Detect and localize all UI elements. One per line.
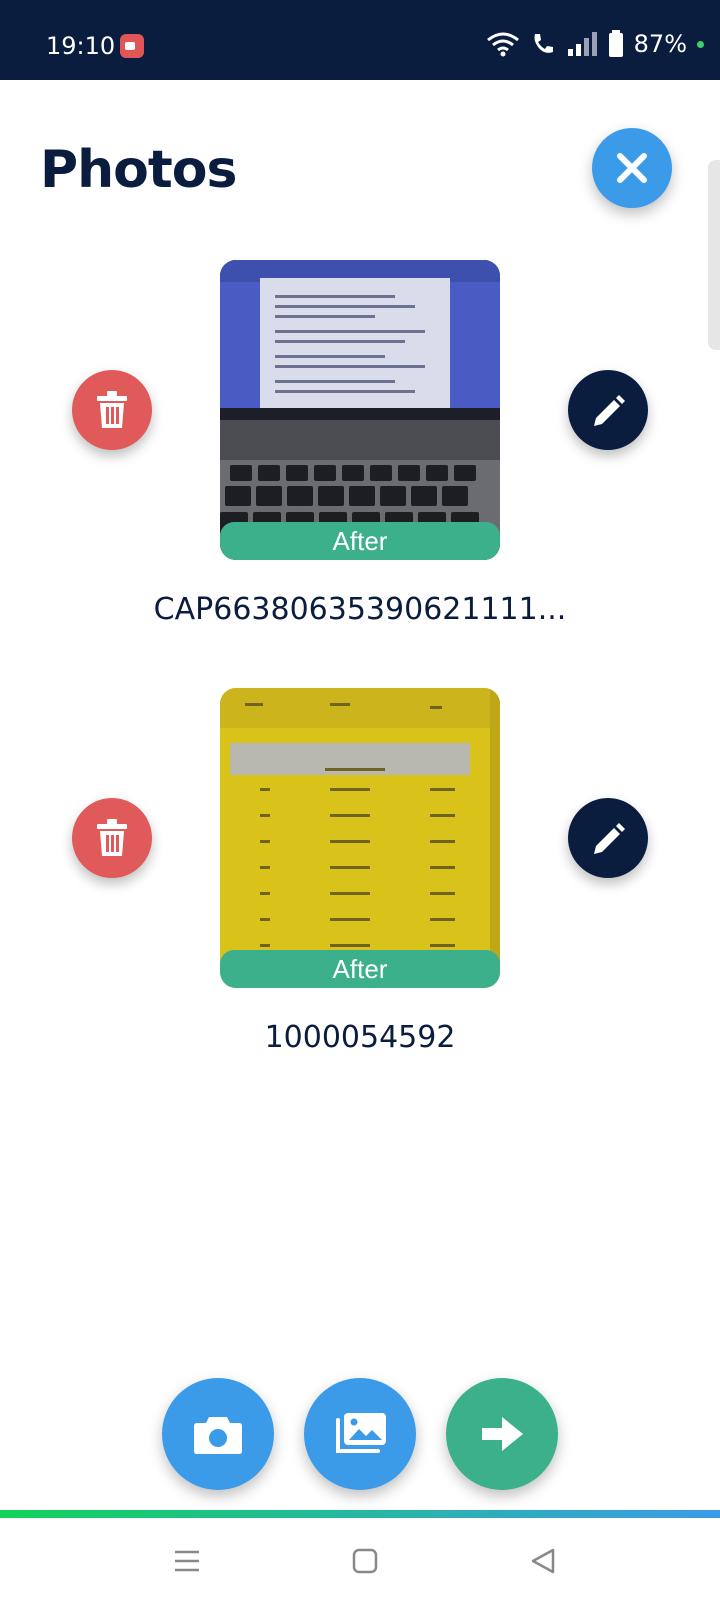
status-bar: 19:10 87% [0,0,720,80]
recent-apps-icon[interactable] [174,1548,200,1574]
photo-filename: 1000054592 [264,1020,456,1055]
screen-record-icon [120,34,144,58]
status-icons: 87% [486,30,704,58]
home-icon[interactable] [352,1548,378,1574]
delete-photo-button[interactable] [72,370,152,450]
photo-thumbnail[interactable]: After [220,260,500,560]
camera-button[interactable] [162,1378,274,1490]
call-icon [534,34,553,53]
photo-filename: CAP66380635390621111... [153,592,567,627]
gallery-icon [336,1413,386,1453]
photo-image [220,260,500,560]
photo-status-badge: After [220,950,500,988]
pencil-icon [594,395,625,426]
photo-thumbnail[interactable]: After [220,688,500,988]
battery-icon [608,30,623,57]
scrollbar[interactable] [708,160,720,350]
photo-status-badge: After [220,522,500,560]
battery-percent: 87% [633,30,687,58]
edit-photo-button[interactable] [568,370,648,450]
wifi-icon [486,32,519,57]
trash-icon [97,391,127,428]
trash-icon [97,819,127,856]
edit-photo-button[interactable] [568,798,648,878]
photo-image [220,688,500,988]
gallery-button[interactable] [304,1378,416,1490]
next-button[interactable] [446,1378,558,1490]
status-time: 19:10 [46,32,116,60]
arrow-right-icon [482,1417,523,1451]
close-button[interactable] [592,128,672,208]
signal-icon [567,32,597,56]
page-title: Photos [40,140,237,200]
progress-bar [0,1510,720,1518]
system-navigation-bar [0,1518,720,1608]
camera-icon [194,1417,242,1454]
indicator-dot [697,40,704,48]
pencil-icon [594,823,625,854]
close-icon [617,153,647,183]
back-icon[interactable] [530,1548,556,1574]
delete-photo-button[interactable] [72,798,152,878]
